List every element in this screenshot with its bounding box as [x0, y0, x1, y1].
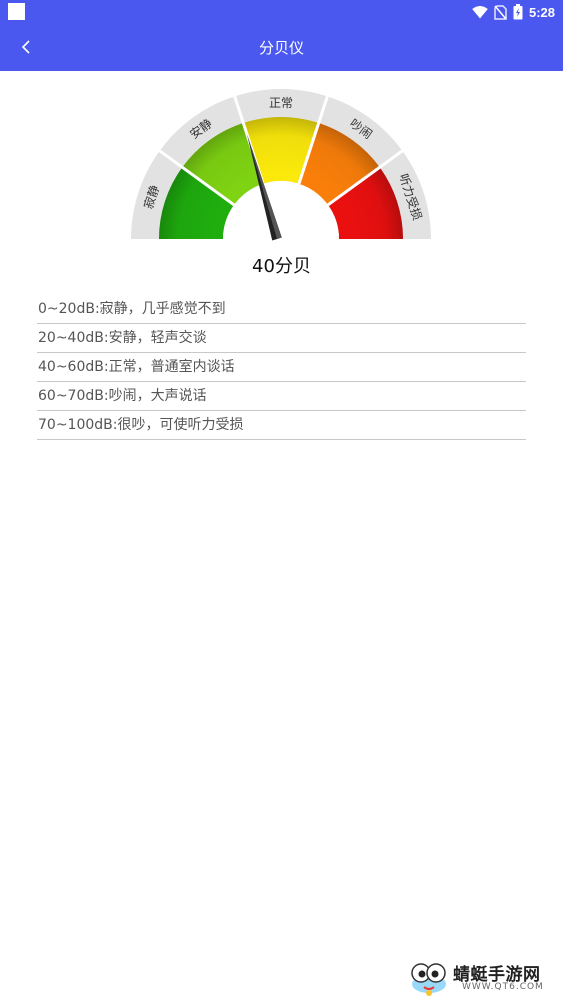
list-item: 20~40dB:安静，轻声交谈	[37, 324, 526, 353]
list-item: 60~70dB:吵闹，大声说话	[37, 382, 526, 411]
list-item: 0~20dB:寂静，几乎感觉不到	[37, 295, 526, 324]
no-sim-icon	[494, 4, 507, 20]
list-item: 40~60dB:正常，普通室内谈话	[37, 353, 526, 382]
status-bar: 5:28	[0, 0, 563, 24]
page-title: 分贝仪	[258, 39, 304, 57]
decibel-reading: 40分贝	[252, 256, 311, 277]
gauge-segment-label: 正常	[269, 96, 293, 110]
wifi-icon	[472, 5, 488, 18]
watermark-url: WWW.QT6.COM	[462, 982, 544, 992]
notification-icon	[8, 3, 25, 20]
battery-icon	[513, 4, 523, 20]
status-time: 5:28	[528, 4, 555, 20]
dragonfly-logo-icon	[411, 963, 446, 996]
status-icons: 5:28	[472, 3, 555, 21]
watermark: 蜻蜓手游网 WWW.QT6.COM	[407, 960, 557, 996]
level-list: 0~20dB:寂静，几乎感觉不到 20~40dB:安静，轻声交谈 40~60dB…	[37, 295, 526, 440]
app-bar: 分贝仪	[0, 24, 563, 71]
list-item: 70~100dB:很吵，可使听力受损	[37, 411, 526, 440]
